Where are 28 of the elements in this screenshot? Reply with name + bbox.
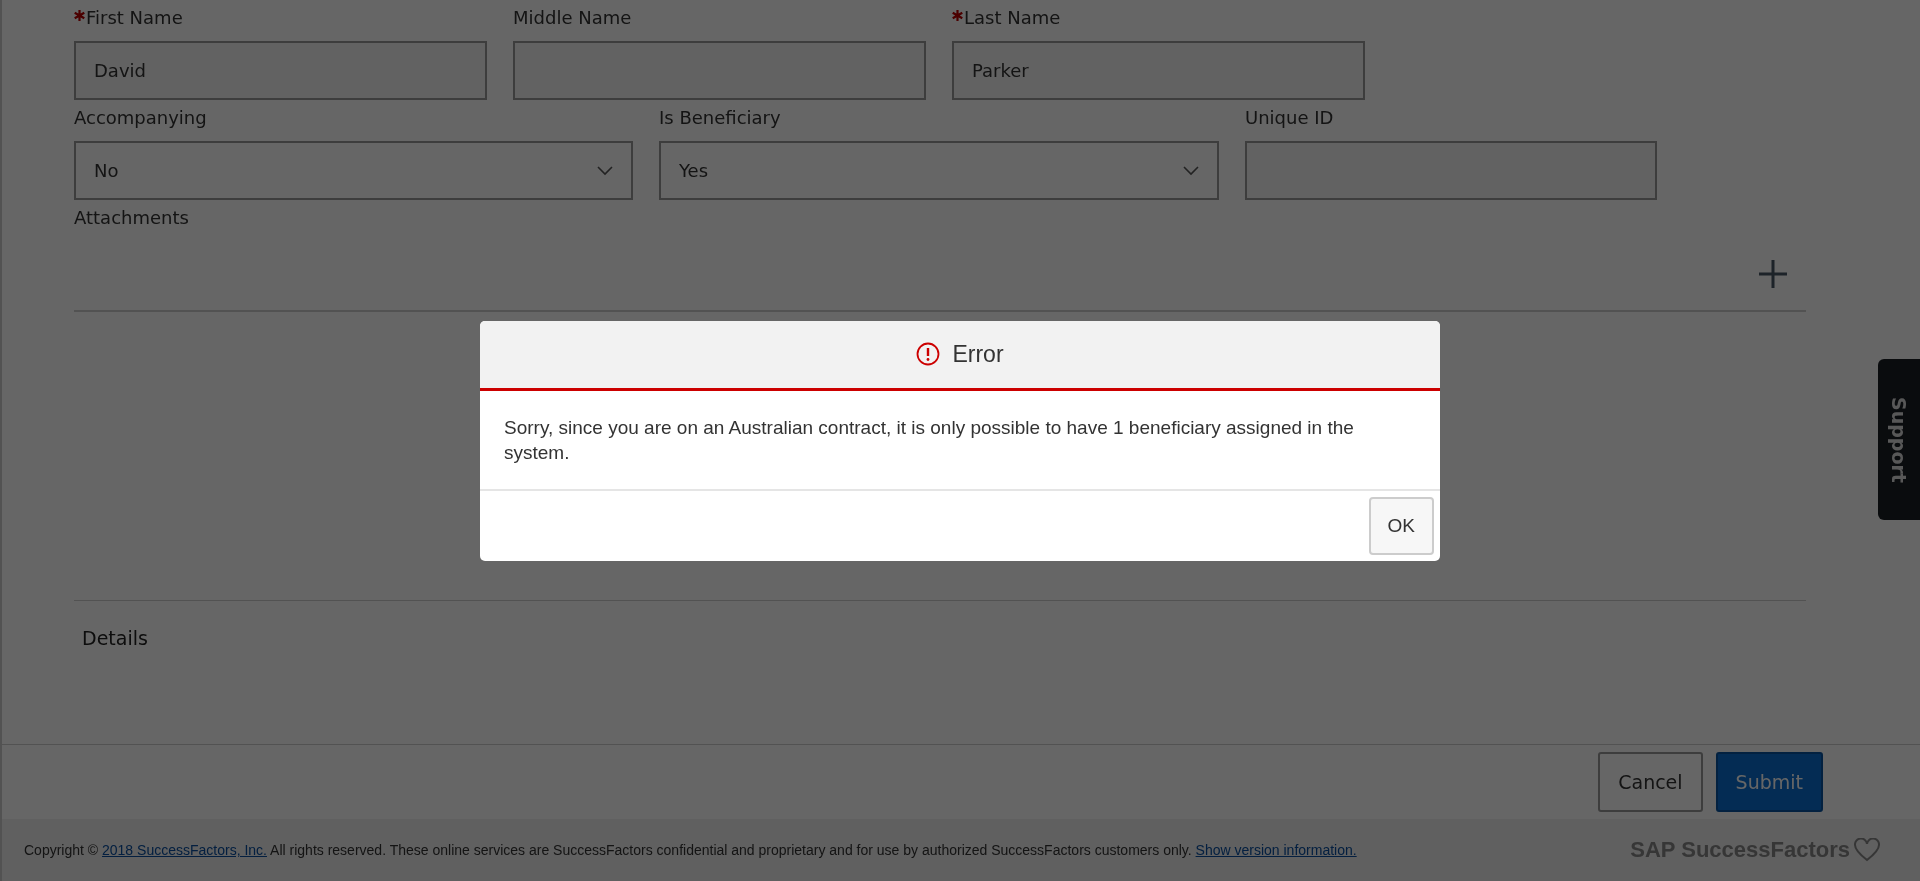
field-label: Unique ID [1245,106,1334,130]
input-field[interactable]: Parker [952,41,1365,100]
field-label: First Name [86,6,183,30]
dialog-title: Error [952,340,1004,368]
cancel-button[interactable]: Cancel [1598,752,1703,812]
chevron-down-icon [597,165,613,176]
chevron-down-icon [1183,165,1199,176]
error-message: Sorry, since you are on an Australian contract, it is only possible to have 1 beneficiary assigned in the system. [480,390,1440,491]
submit-button[interactable]: Submit [1715,752,1823,812]
input-field[interactable] [513,41,926,100]
footer-link[interactable]: 2018 SuccessFactors, Inc. [102,842,267,858]
support-tab[interactable]: Support [1878,359,1920,520]
dropdown-field[interactable]: No [74,141,633,200]
copyright-text: Copyright © 2018 SuccessFactors, Inc. All rights reserved. These online services are SuccessFactors confidential and proprietary and for use by authorized SuccessFactors customers only. Show version information. [24,842,1357,858]
field-label: Is Beneficiary [659,106,781,130]
footer-link[interactable]: Show version information. [1195,842,1357,858]
plus-icon[interactable] [1758,259,1788,289]
input-field[interactable] [1245,141,1657,200]
field-label: Middle Name [513,6,632,30]
ok-button[interactable]: OK [1368,496,1434,555]
details-heading: Details [81,626,149,651]
input-field[interactable]: David [74,41,487,100]
field-label: Last Name [964,6,1061,30]
attachments-label: Attachments [74,206,190,230]
heart-icon [1854,838,1880,862]
field-label: Accompanying [74,106,207,130]
exclamation-circle-icon [916,342,941,366]
dropdown-field[interactable]: Yes [659,141,1219,200]
